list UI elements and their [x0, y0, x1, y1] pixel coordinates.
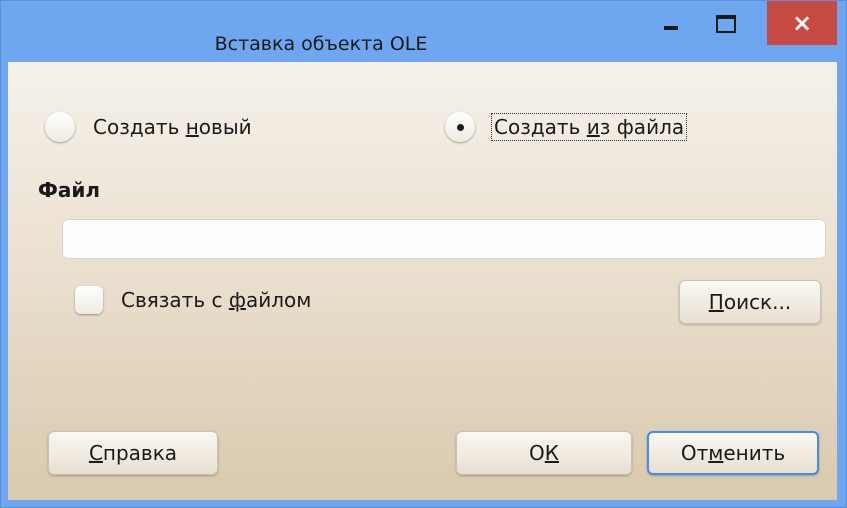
maximize-button[interactable]: [701, 1, 751, 45]
maximize-icon: [716, 15, 736, 33]
search-button[interactable]: Поиск...: [679, 280, 821, 324]
create-new-option[interactable]: Создать новый: [45, 112, 252, 142]
link-to-file-option[interactable]: Связать с файлом: [75, 286, 311, 314]
file-path-input[interactable]: [62, 219, 826, 259]
close-button[interactable]: ×: [767, 1, 837, 45]
create-from-file-radio[interactable]: [445, 112, 475, 142]
create-new-radio[interactable]: [45, 112, 75, 142]
close-icon: ×: [791, 9, 813, 37]
window-title: Вставка объекта OLE: [214, 33, 428, 55]
minimize-icon: [664, 26, 678, 30]
ok-button[interactable]: ОК: [456, 431, 632, 475]
radio-selected-dot: [456, 123, 464, 131]
link-to-file-label[interactable]: Связать с файлом: [121, 287, 311, 313]
create-from-file-option[interactable]: Создать из файла: [445, 112, 688, 142]
help-button[interactable]: Справка: [48, 431, 218, 475]
create-new-label[interactable]: Создать новый: [93, 114, 252, 140]
create-from-file-label[interactable]: Создать из файла: [491, 113, 688, 141]
minimize-button[interactable]: [641, 1, 701, 45]
file-section-heading: Файл: [38, 178, 100, 202]
cancel-button[interactable]: От м енить: [647, 431, 819, 475]
link-to-file-checkbox[interactable]: [75, 286, 103, 314]
title-bar[interactable]: Вставка объекта OLE ×: [1, 1, 846, 63]
